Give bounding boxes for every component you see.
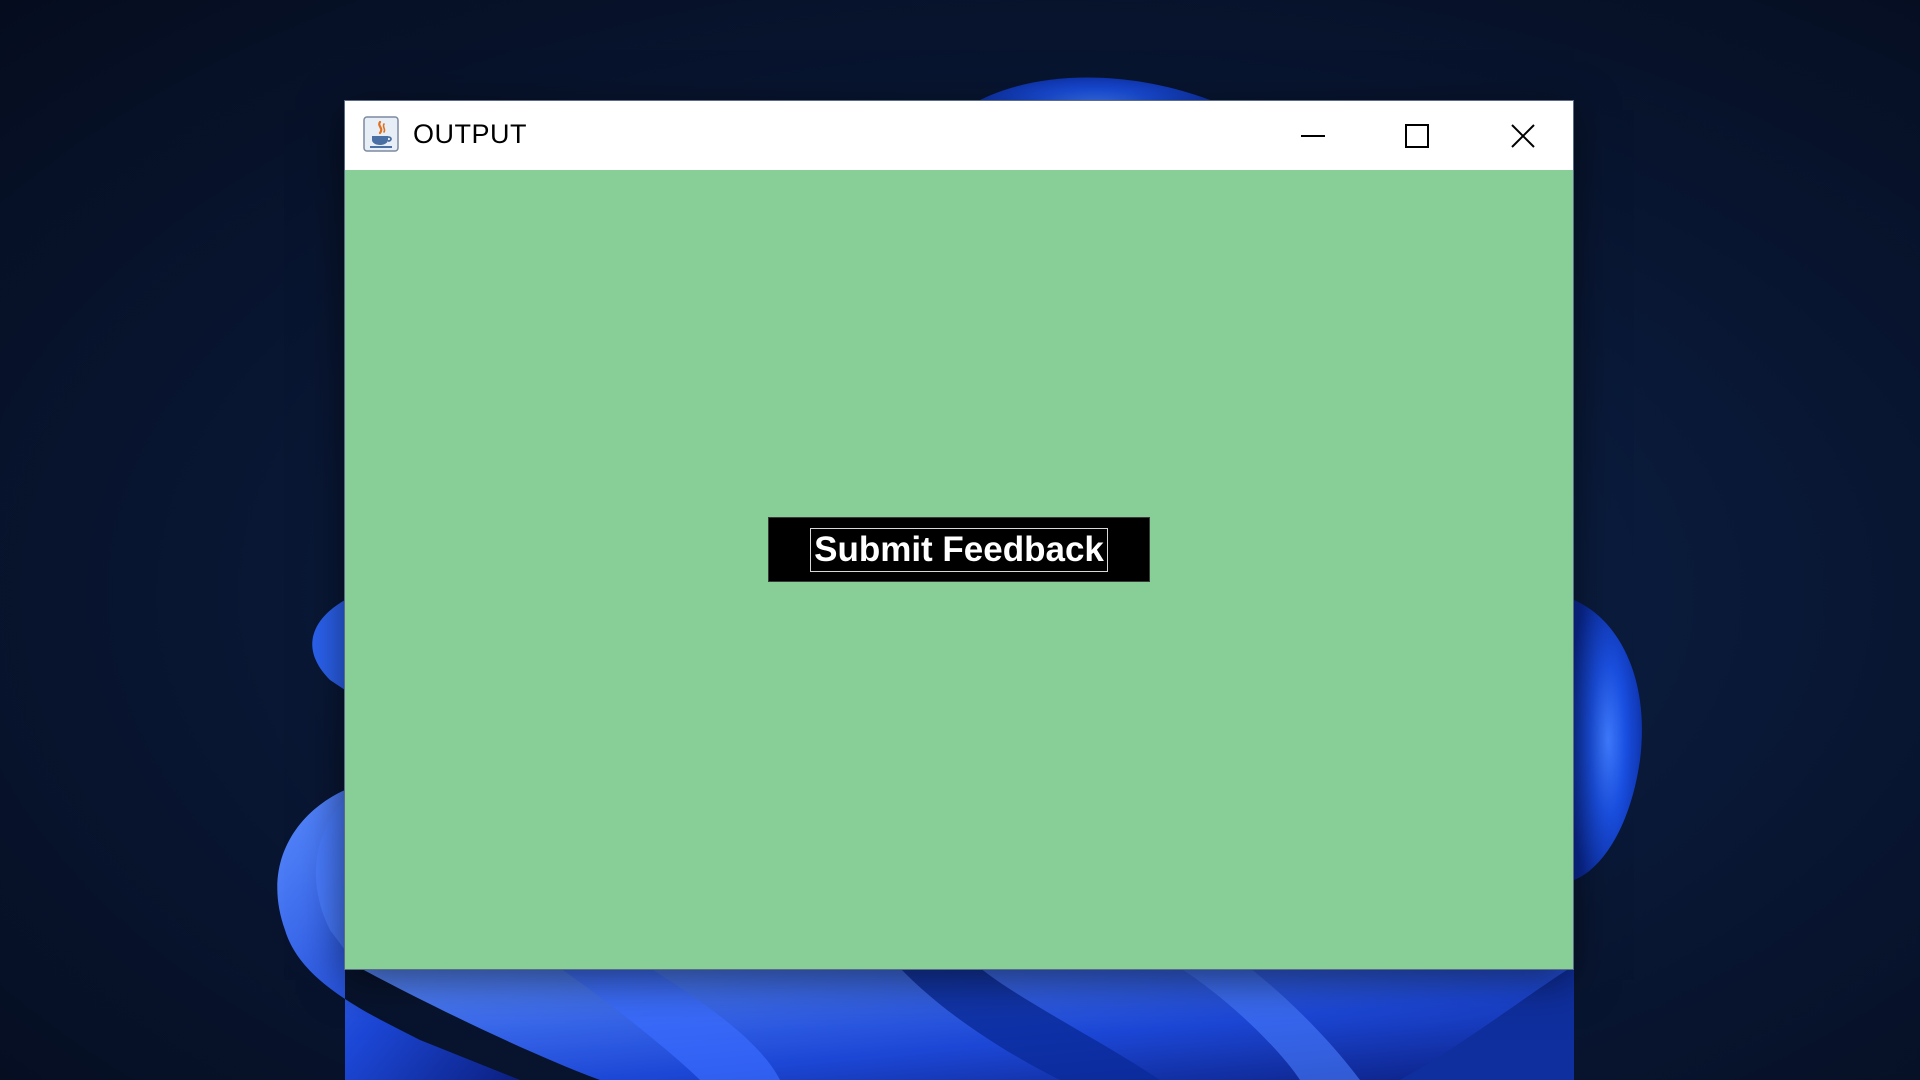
minimize-button[interactable] [1265, 101, 1361, 170]
maximize-button[interactable] [1369, 101, 1465, 170]
title-bar[interactable]: OUTPUT [345, 101, 1573, 170]
java-cup-icon [363, 116, 399, 152]
maximize-icon [1405, 123, 1429, 148]
submit-feedback-button[interactable]: Submit Feedback [768, 517, 1150, 582]
close-button[interactable] [1475, 101, 1571, 170]
app-window: OUTPUT Submit Feedback [344, 100, 1574, 970]
submit-feedback-label: Submit Feedback [810, 527, 1108, 572]
content-panel: Submit Feedback [345, 170, 1573, 969]
desktop: OUTPUT Submit Feedback [0, 0, 1920, 1080]
close-icon [1511, 123, 1535, 148]
minimize-icon [1301, 134, 1325, 137]
window-title: OUTPUT [413, 119, 527, 149]
